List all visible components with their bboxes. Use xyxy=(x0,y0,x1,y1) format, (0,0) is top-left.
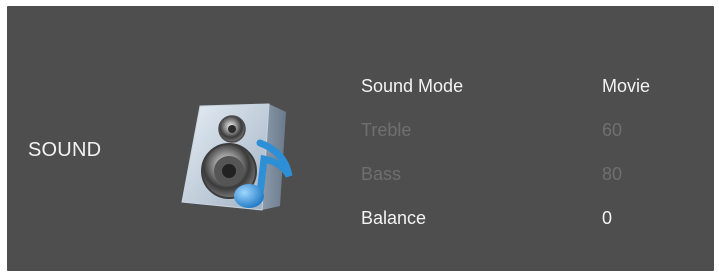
menu-item-value: 0 xyxy=(602,208,613,228)
menu-section-title: SOUND xyxy=(28,139,102,161)
osd-screen: SOUND Sound Mode Movie Treble 60 Bass 80… xyxy=(7,6,714,271)
menu-item-label: Bass xyxy=(361,164,402,184)
menu-item-balance[interactable]: Balance 0 xyxy=(361,205,701,231)
menu-item-label: Sound Mode xyxy=(361,76,464,96)
menu-item-value: 60 xyxy=(602,120,623,140)
speaker-music-note-icon xyxy=(174,98,299,218)
menu-item-value: 80 xyxy=(602,164,623,184)
menu-item-label: Balance xyxy=(361,208,427,228)
menu-item-bass: Bass 80 xyxy=(361,161,701,187)
menu-item-label: Treble xyxy=(361,120,412,140)
menu-item-treble: Treble 60 xyxy=(361,117,701,143)
sound-settings-menu: Sound Mode Movie Treble 60 Bass 80 Balan… xyxy=(361,6,701,271)
menu-item-value: Movie xyxy=(602,76,651,96)
menu-item-sound-mode[interactable]: Sound Mode Movie xyxy=(361,73,701,99)
